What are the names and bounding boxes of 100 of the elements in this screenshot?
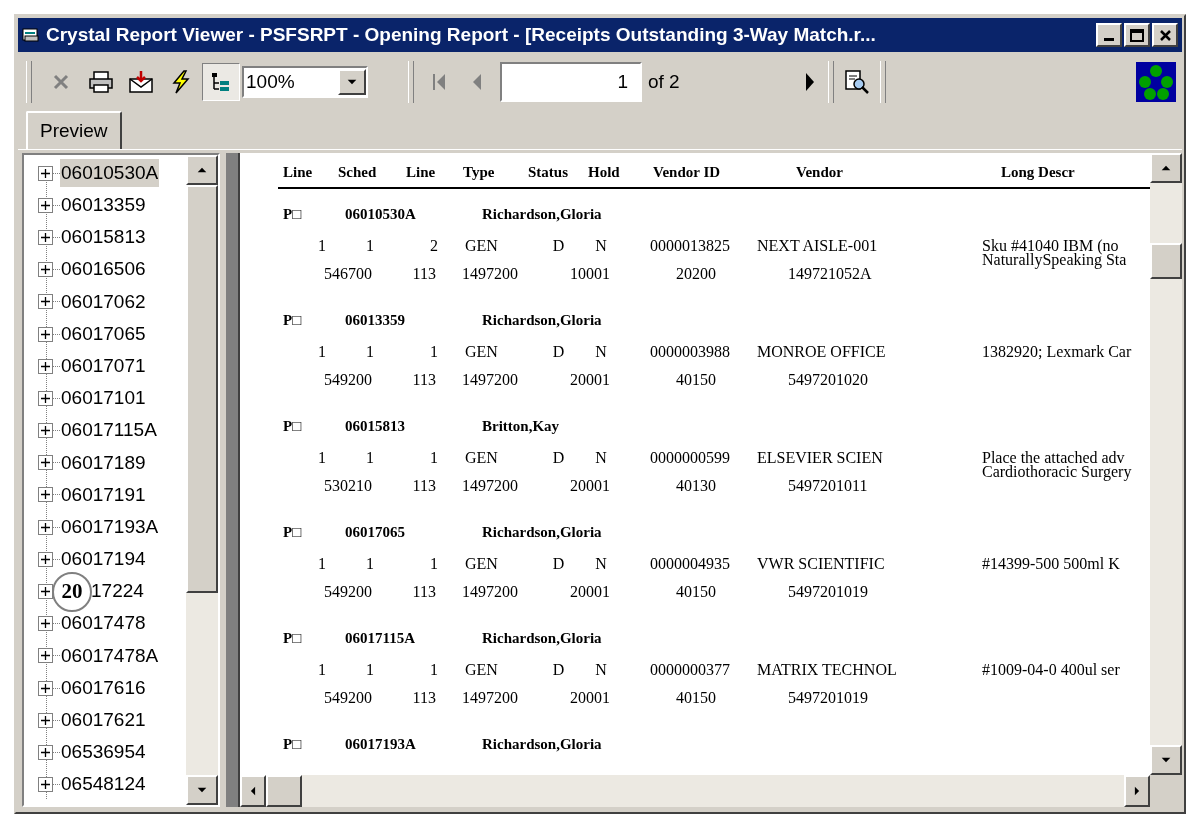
scroll-right-button[interactable] — [1124, 775, 1150, 807]
tree-item[interactable]: 06536954 — [60, 738, 147, 767]
zoom-dropdown[interactable]: 100% — [242, 66, 368, 98]
buyer-name: Richardson,Gloria — [482, 310, 602, 330]
column-header: Hold — [588, 162, 621, 182]
minimize-button[interactable] — [1096, 23, 1122, 47]
scroll-thumb[interactable] — [186, 185, 219, 593]
expand-toggle[interactable] — [38, 648, 53, 664]
page-number-field[interactable]: 1 — [500, 62, 642, 102]
report-cell-text: 1 — [317, 236, 326, 256]
tree-item[interactable]: 06017616 — [60, 673, 147, 703]
expand-toggle[interactable] — [38, 358, 53, 374]
tree-item[interactable]: 06017101 — [60, 384, 147, 413]
column-header: Sched — [338, 162, 378, 182]
report-cell-text: 1 — [429, 448, 438, 468]
report-cell-text: MATRIX TECHNOL — [756, 660, 898, 680]
scroll-down-button[interactable] — [186, 775, 219, 805]
printer-icon — [88, 70, 114, 94]
scroll-up-button[interactable] — [186, 155, 219, 185]
scroll-thumb[interactable] — [266, 775, 302, 807]
tree-item[interactable]: 06017478A — [60, 641, 160, 671]
arrow-left-icon — [249, 785, 257, 797]
tree-item[interactable]: 06017193A — [60, 512, 160, 542]
expand-toggle[interactable] — [38, 519, 53, 535]
report-cell-text: #1009-04-0 400ul ser — [981, 660, 1121, 680]
expand-toggle[interactable] — [38, 551, 53, 567]
dropdown-button[interactable] — [338, 69, 366, 95]
report-cell-text: 549200 — [323, 370, 372, 390]
expand-toggle[interactable] — [38, 229, 53, 245]
maximize-button[interactable] — [1124, 23, 1150, 47]
tree-item[interactable]: 06017189 — [60, 448, 147, 478]
report-cell-text: 20001 — [569, 688, 611, 708]
expand-toggle[interactable] — [38, 390, 53, 406]
scrollbar[interactable] — [1150, 153, 1182, 775]
close-button[interactable] — [1152, 23, 1178, 47]
scroll-thumb[interactable] — [1150, 243, 1182, 279]
tree-item[interactable]: 06017621 — [60, 706, 147, 735]
expand-toggle[interactable] — [38, 777, 53, 793]
expand-toggle[interactable] — [38, 423, 53, 439]
report-cell-text: 149721052A — [787, 264, 873, 284]
report-cell-text: 0000003988 — [649, 342, 731, 362]
report-cell-text: NEXT AISLE-001 — [756, 236, 879, 256]
tree-item[interactable]: 06010530A — [60, 158, 160, 188]
tree-item[interactable]: 06017062 — [60, 287, 147, 317]
buyer-name: Richardson,Gloria — [482, 734, 602, 754]
report-cell-text: D — [551, 660, 566, 680]
report-cell-text: 40150 — [675, 688, 717, 708]
tree-item[interactable]: 06017115A — [60, 416, 158, 445]
expand-toggle[interactable] — [38, 616, 53, 632]
report-cell-text: 1 — [365, 554, 374, 574]
report-cell-text: 113 — [411, 688, 436, 708]
expand-toggle[interactable] — [38, 326, 53, 342]
tree-item[interactable]: 06015813 — [60, 223, 147, 252]
tree-item[interactable]: 06017071 — [60, 351, 147, 381]
buyer-name: Richardson,Gloria — [482, 522, 602, 542]
tree-item[interactable]: 06548124 — [60, 770, 147, 799]
report-cell-text: 1 — [429, 660, 438, 680]
report-cell-text: 113 — [411, 370, 436, 390]
tree-item[interactable]: 06017194 — [60, 545, 147, 574]
expand-toggle[interactable] — [38, 680, 53, 696]
arrow-down-icon — [345, 78, 359, 86]
arrow-down-icon — [1159, 756, 1173, 764]
expand-toggle[interactable] — [38, 744, 53, 760]
tree-item[interactable]: 06017191 — [60, 480, 147, 510]
scroll-left-button[interactable] — [240, 775, 266, 807]
expand-toggle[interactable] — [38, 294, 53, 310]
scroll-down-button[interactable] — [1150, 745, 1182, 775]
tree-item[interactable]: 17224 — [90, 577, 145, 606]
tab[interactable]: Preview — [26, 111, 122, 149]
tree-item[interactable]: 06013359 — [60, 191, 147, 220]
report-cell-text: 5497201019 — [787, 582, 869, 602]
po-label: P□ — [283, 310, 303, 330]
expand-toggle[interactable] — [38, 712, 53, 728]
expand-toggle[interactable] — [38, 197, 53, 213]
report-cell-text: 113 — [411, 476, 436, 496]
expand-toggle[interactable] — [38, 584, 53, 600]
expand-toggle[interactable] — [38, 262, 53, 278]
scrollbar[interactable] — [240, 775, 1150, 807]
expand-toggle[interactable] — [38, 487, 53, 503]
report-cell-text: 0000000599 — [649, 448, 731, 468]
report-cell-text: 1497200 — [461, 582, 519, 602]
tree-item[interactable]: 06017478 — [60, 609, 147, 638]
arrow-up-icon — [1159, 164, 1173, 172]
tree-item[interactable]: 06016506 — [60, 255, 147, 284]
report-cell-text: N — [594, 448, 608, 468]
report-cell-text: 549200 — [323, 582, 372, 602]
report-cell-text: 1 — [317, 342, 326, 362]
expand-toggle[interactable] — [38, 455, 53, 471]
report-cell-text: GEN — [464, 236, 499, 256]
tree-item[interactable]: 06017065 — [60, 319, 147, 349]
column-header: Vendor — [796, 162, 844, 182]
expand-toggle[interactable] — [38, 165, 53, 181]
report-cell-text: D — [551, 342, 566, 362]
toolbar-button[interactable] — [202, 63, 240, 101]
scrollbar[interactable] — [186, 155, 219, 805]
report-cell-text: 1 — [365, 236, 374, 256]
report-cell-text: 1497200 — [461, 688, 519, 708]
lightning-icon — [170, 70, 192, 94]
po-number: 06010530A — [345, 204, 417, 224]
scroll-up-button[interactable] — [1150, 153, 1182, 183]
